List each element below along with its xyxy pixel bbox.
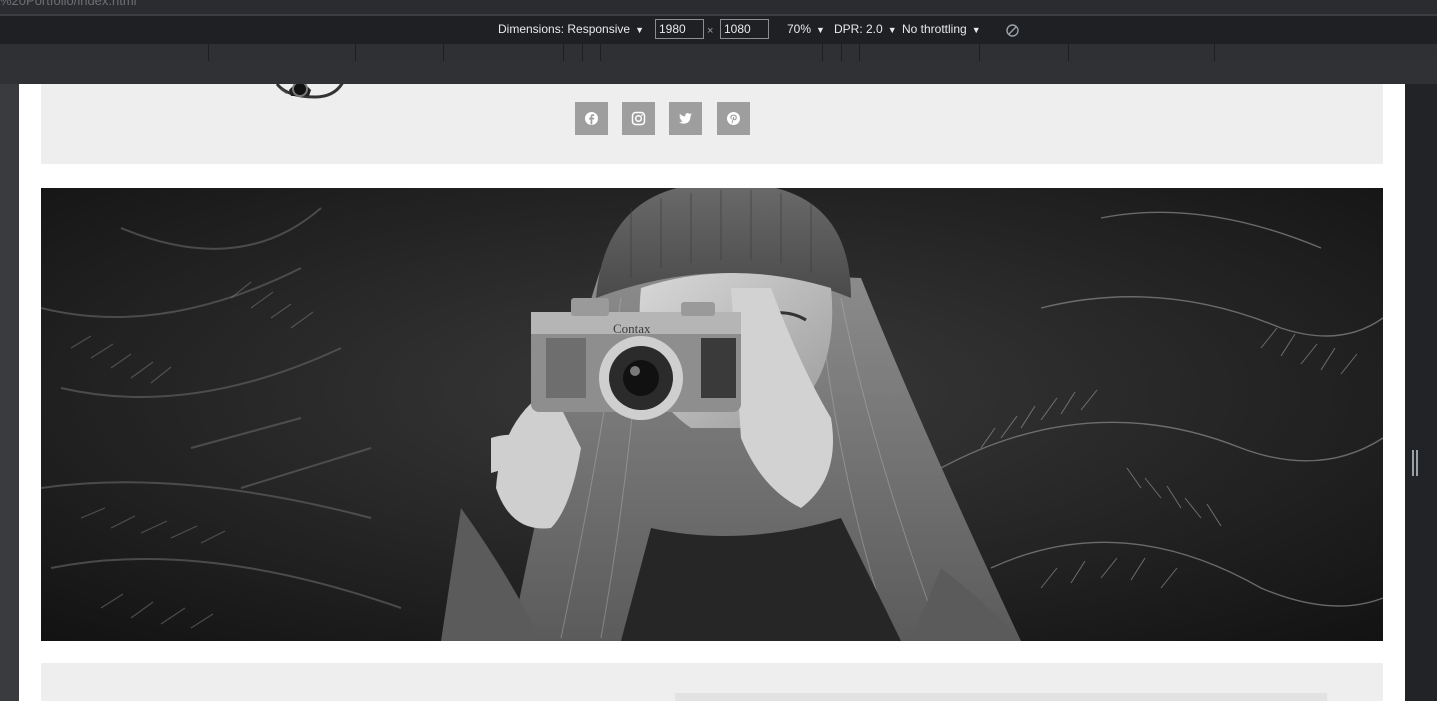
ruler-breakpoint — [979, 44, 980, 61]
media-query-ruler[interactable] — [0, 44, 1437, 61]
hero-photo: Contax — [41, 188, 1383, 641]
rotate-icon[interactable] — [1005, 23, 1020, 38]
width-input[interactable] — [655, 19, 704, 39]
twitter-icon — [679, 113, 692, 124]
ruler-breakpoint — [582, 44, 583, 61]
times-symbol: × — [707, 25, 714, 37]
device-toolbar: Dimensions: Responsive ▼ × 70% ▼ DPR: 2.0 ▼… — [0, 16, 1437, 44]
chevron-down-icon: ▼ — [816, 25, 825, 35]
url-text: %20Portfolio/index.html — [0, 0, 137, 8]
ruler-breakpoint — [822, 44, 823, 61]
dimensions-label: Dimensions: Responsive — [498, 22, 631, 36]
resize-gutter — [1405, 84, 1437, 701]
ruler-breakpoint — [1068, 44, 1069, 61]
ruler-breakpoint — [600, 44, 601, 61]
ruler-breakpoint — [443, 44, 444, 61]
site-header — [41, 84, 1383, 164]
height-input[interactable] — [720, 19, 769, 39]
address-bar[interactable]: %20Portfolio/index.html — [0, 0, 1437, 14]
camera-brand: Contax — [613, 321, 651, 336]
instagram-button[interactable] — [622, 102, 655, 135]
page-viewport: Contax — [19, 84, 1405, 701]
pinterest-icon — [727, 112, 740, 125]
content-card — [675, 693, 1327, 701]
dpr-label: DPR: 2.0 — [834, 22, 883, 36]
ruler-breakpoint — [208, 44, 209, 61]
chevron-down-icon: ▼ — [887, 25, 897, 35]
facebook-button[interactable] — [575, 102, 608, 135]
zoom-dropdown[interactable]: 70% ▼ — [787, 22, 825, 36]
ruler-breakpoint — [355, 44, 356, 61]
hero-image: Contax — [41, 188, 1383, 641]
throttling-dropdown[interactable]: No throttling ▼ — [902, 22, 981, 36]
dimensions-dropdown[interactable]: Dimensions: Responsive ▼ — [498, 22, 644, 36]
canvas-top-gap — [0, 61, 1437, 84]
resize-handle-icon[interactable] — [1412, 450, 1418, 476]
pinterest-button[interactable] — [717, 102, 750, 135]
content-section — [41, 663, 1383, 701]
dpr-dropdown[interactable]: DPR: 2.0 ▼ — [834, 22, 897, 36]
throttling-label: No throttling — [902, 22, 967, 36]
facebook-icon — [585, 112, 598, 125]
ruler-breakpoint — [1214, 44, 1215, 61]
ruler-breakpoint — [841, 44, 842, 61]
zoom-label: 70% — [787, 22, 812, 36]
ruler-breakpoint — [859, 44, 860, 61]
ruler-breakpoint — [563, 44, 564, 61]
chevron-down-icon: ▼ — [971, 25, 981, 35]
twitter-button[interactable] — [669, 102, 702, 135]
camera-logo[interactable] — [249, 84, 359, 114]
instagram-icon — [631, 111, 646, 126]
chevron-down-icon: ▼ — [635, 25, 644, 35]
